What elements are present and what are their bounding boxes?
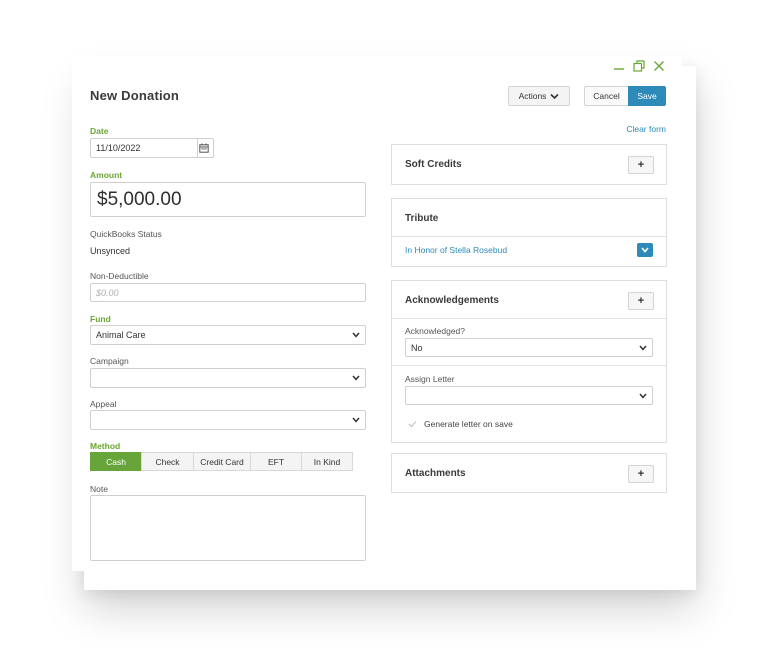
amount-field[interactable]: $5,000.00 xyxy=(90,182,366,217)
method-eft[interactable]: EFT xyxy=(250,452,302,471)
acknowledgements-card: Acknowledgements + Acknowledged? No Assi… xyxy=(391,280,667,443)
assign-letter-select[interactable] xyxy=(405,386,653,405)
method-cash[interactable]: Cash xyxy=(90,452,142,471)
method-in-kind[interactable]: In Kind xyxy=(301,452,353,471)
soft-credits-card: Soft Credits + xyxy=(391,144,667,185)
cancel-button[interactable]: Cancel xyxy=(584,86,628,106)
acknowledged-label: Acknowledged? xyxy=(405,326,466,336)
non-deductible-placeholder: $0.00 xyxy=(96,287,119,298)
window-controls xyxy=(612,59,666,73)
method-label: Method xyxy=(90,441,121,451)
check-icon[interactable] xyxy=(408,420,417,428)
date-divider xyxy=(197,139,198,157)
acknowledged-value: No xyxy=(411,343,423,353)
tribute-title: Tribute xyxy=(405,213,439,224)
generate-letter-label: Generate letter on save xyxy=(424,419,513,429)
quickbooks-status-value: Unsynced xyxy=(90,246,131,256)
chevron-down-icon xyxy=(641,247,649,253)
chevron-down-icon xyxy=(550,93,560,99)
tribute-expand-button[interactable] xyxy=(637,243,653,257)
ack-divider xyxy=(392,318,666,319)
donation-panel: New Donation Actions Cancel Save Clear f… xyxy=(72,78,682,571)
fund-select[interactable]: Animal Care xyxy=(90,325,366,345)
date-field[interactable]: 11/10/2022 xyxy=(90,138,214,158)
attachments-title: Attachments xyxy=(405,468,466,479)
page-title: New Donation xyxy=(90,88,180,103)
method-check[interactable]: Check xyxy=(141,452,194,471)
amount-label: Amount xyxy=(90,170,123,180)
clear-form-link[interactable]: Clear form xyxy=(626,124,666,134)
soft-credits-title: Soft Credits xyxy=(405,159,462,170)
note-textarea[interactable] xyxy=(90,495,366,561)
chevron-down-icon xyxy=(639,393,647,399)
tribute-divider xyxy=(392,236,666,237)
chevron-down-icon xyxy=(639,345,647,351)
campaign-label: Campaign xyxy=(90,356,129,366)
fund-value: Animal Care xyxy=(96,330,146,340)
toolbar: Actions Cancel Save xyxy=(508,86,666,106)
calendar-icon[interactable] xyxy=(199,143,209,153)
method-segmented-control: Cash Check Credit Card EFT In Kind xyxy=(90,452,353,471)
ack-divider-2 xyxy=(392,365,666,366)
tribute-card: Tribute In Honor of Stella Rosebud xyxy=(391,198,667,267)
amount-value: $5,000.00 xyxy=(97,188,182,210)
chevron-down-icon xyxy=(352,417,360,423)
date-label: Date xyxy=(90,126,109,136)
restore-icon[interactable] xyxy=(632,59,646,73)
add-acknowledgement-button[interactable]: + xyxy=(628,292,654,310)
campaign-select[interactable] xyxy=(90,368,366,388)
close-icon[interactable] xyxy=(652,59,666,73)
actions-button[interactable]: Actions xyxy=(508,86,570,106)
appeal-select[interactable] xyxy=(90,410,366,430)
tribute-link[interactable]: In Honor of Stella Rosebud xyxy=(405,245,507,255)
add-soft-credit-button[interactable]: + xyxy=(628,156,654,174)
quickbooks-status-label: QuickBooks Status xyxy=(90,229,162,239)
acknowledgements-title: Acknowledgements xyxy=(405,295,499,306)
appeal-label: Appeal xyxy=(90,399,117,409)
attachments-card: Attachments + xyxy=(391,453,667,493)
date-value: 11/10/2022 xyxy=(96,143,141,153)
fund-label: Fund xyxy=(90,314,111,324)
chevron-down-icon xyxy=(352,332,360,338)
window-titlebar xyxy=(72,56,682,78)
assign-letter-label: Assign Letter xyxy=(405,374,455,384)
non-deductible-field[interactable]: $0.00 xyxy=(90,283,366,302)
non-deductible-label: Non-Deductible xyxy=(90,271,149,281)
add-attachment-button[interactable]: + xyxy=(628,465,654,483)
save-button[interactable]: Save xyxy=(628,86,666,106)
note-label: Note xyxy=(90,484,108,494)
minimize-icon[interactable] xyxy=(612,59,626,73)
method-credit-card[interactable]: Credit Card xyxy=(193,452,251,471)
acknowledged-select[interactable]: No xyxy=(405,338,653,357)
actions-label: Actions xyxy=(518,91,547,101)
chevron-down-icon xyxy=(352,375,360,381)
